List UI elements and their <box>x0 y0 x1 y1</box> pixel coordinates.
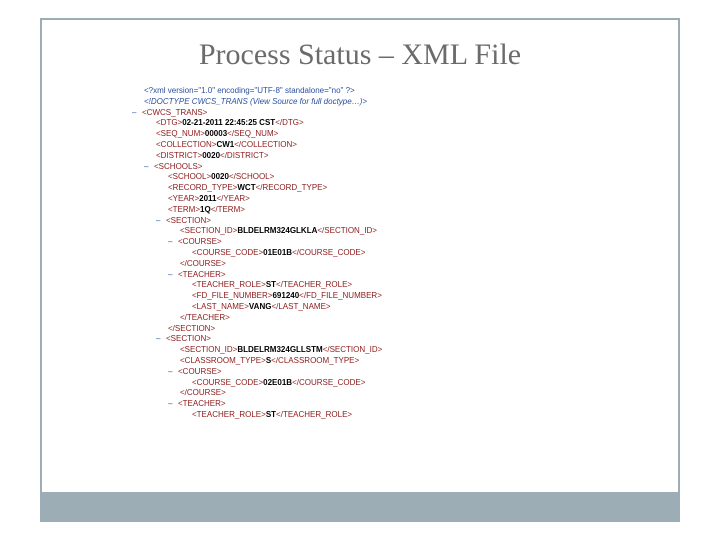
course-code-close: </COURSE_CODE> <box>292 248 365 257</box>
seq-close: </SEQ_NUM> <box>227 129 278 138</box>
teacher-role-value: ST <box>266 280 276 289</box>
teacher-role-open-2: <TEACHER_ROLE> <box>192 410 266 419</box>
toggle-icon: – <box>168 270 178 281</box>
last-name-open: <LAST_NAME> <box>192 302 249 311</box>
record-type-value: WCT <box>237 183 255 192</box>
section-close: </SECTION> <box>168 324 215 333</box>
cwcs-trans-open: <CWCS_TRANS> <box>142 108 207 117</box>
last-name-close: </LAST_NAME> <box>271 302 330 311</box>
slide-frame: Process Status – XML File <?xml version=… <box>40 18 680 522</box>
collection-open: <COLLECTION> <box>156 140 216 149</box>
district-open: <DISTRICT> <box>156 151 202 160</box>
section-id-value-2: BLDELRM324GLLSTM <box>237 345 322 354</box>
fd-file-number-open: <FD_FILE_NUMBER> <box>192 291 272 300</box>
toggle-icon: – <box>168 367 178 378</box>
course-close-2: </COURSE> <box>180 388 226 397</box>
classroom-type-close: </CLASSROOM_TYPE> <box>271 356 359 365</box>
xml-declaration: <?xml version="1.0" encoding="UTF-8" sta… <box>144 86 355 95</box>
section-id-close-2: </SECTION_ID> <box>323 345 383 354</box>
year-open: <YEAR> <box>168 194 199 203</box>
dtg-open: <DTG> <box>156 118 182 127</box>
teacher-role-open: <TEACHER_ROLE> <box>192 280 266 289</box>
toggle-icon: – <box>156 216 166 227</box>
course-code-value: 01E01B <box>263 248 292 257</box>
term-open: <TERM> <box>168 205 200 214</box>
teacher-role-close-2: </TEACHER_ROLE> <box>276 410 352 419</box>
school-open: <SCHOOL> <box>168 172 211 181</box>
school-close: </SCHOOL> <box>229 172 274 181</box>
teacher-close: </TEACHER> <box>180 313 230 322</box>
section-id-open-2: <SECTION_ID> <box>180 345 237 354</box>
footer-bar <box>40 492 680 522</box>
page-title: Process Status – XML File <box>72 38 648 72</box>
record-type-close: </RECORD_TYPE> <box>256 183 328 192</box>
classroom-type-open: <CLASSROOM_TYPE> <box>180 356 266 365</box>
course-code-close-2: </COURSE_CODE> <box>292 378 365 387</box>
toggle-icon: – <box>144 162 154 173</box>
dtg-close: </DTG> <box>275 118 303 127</box>
seq-open: <SEQ_NUM> <box>156 129 205 138</box>
year-value: 2011 <box>199 194 216 203</box>
collection-close: </COLLECTION> <box>234 140 297 149</box>
course-open-2: <COURSE> <box>178 367 222 376</box>
record-type-open: <RECORD_TYPE> <box>168 183 237 192</box>
last-name-value: VANG <box>249 302 272 311</box>
schools-open: <SCHOOLS> <box>154 162 202 171</box>
slide: Process Status – XML File <?xml version=… <box>0 0 720 540</box>
section-id-open: <SECTION_ID> <box>180 226 237 235</box>
dtg-value: 02-21-2011 22:45:25 CST <box>182 118 275 127</box>
toggle-icon: – <box>168 237 178 248</box>
toggle-icon: – <box>156 334 166 345</box>
district-close: </DISTRICT> <box>220 151 268 160</box>
course-code-value-2: 02E01B <box>263 378 292 387</box>
course-code-open-2: <COURSE_CODE> <box>192 378 263 387</box>
teacher-role-close: </TEACHER_ROLE> <box>276 280 352 289</box>
course-open: <COURSE> <box>178 237 222 246</box>
toggle-icon: – <box>168 399 178 410</box>
term-value: 1Q <box>200 205 211 214</box>
section-open-2: <SECTION> <box>166 334 211 343</box>
district-value: 0020 <box>202 151 220 160</box>
toggle-icon: – <box>132 108 142 119</box>
teacher-open-2: <TEACHER> <box>178 399 226 408</box>
course-close: </COURSE> <box>180 259 226 268</box>
teacher-role-value-2: ST <box>266 410 276 419</box>
teacher-open: <TEACHER> <box>178 270 226 279</box>
section-open: <SECTION> <box>166 216 211 225</box>
fd-file-number-close: </FD_FILE_NUMBER> <box>299 291 382 300</box>
xml-content: <?xml version="1.0" encoding="UTF-8" sta… <box>132 86 648 421</box>
seq-value: 00003 <box>205 129 227 138</box>
section-id-value: BLDELRM324GLKLA <box>237 226 317 235</box>
collection-value: CW1 <box>216 140 234 149</box>
section-id-close: </SECTION_ID> <box>317 226 377 235</box>
xml-doctype: <!DOCTYPE CWCS_TRANS (View Source for fu… <box>144 97 367 106</box>
term-close: </TERM> <box>211 205 245 214</box>
year-close: </YEAR> <box>217 194 250 203</box>
fd-file-number-value: 691240 <box>272 291 299 300</box>
school-value: 0020 <box>211 172 229 181</box>
course-code-open: <COURSE_CODE> <box>192 248 263 257</box>
